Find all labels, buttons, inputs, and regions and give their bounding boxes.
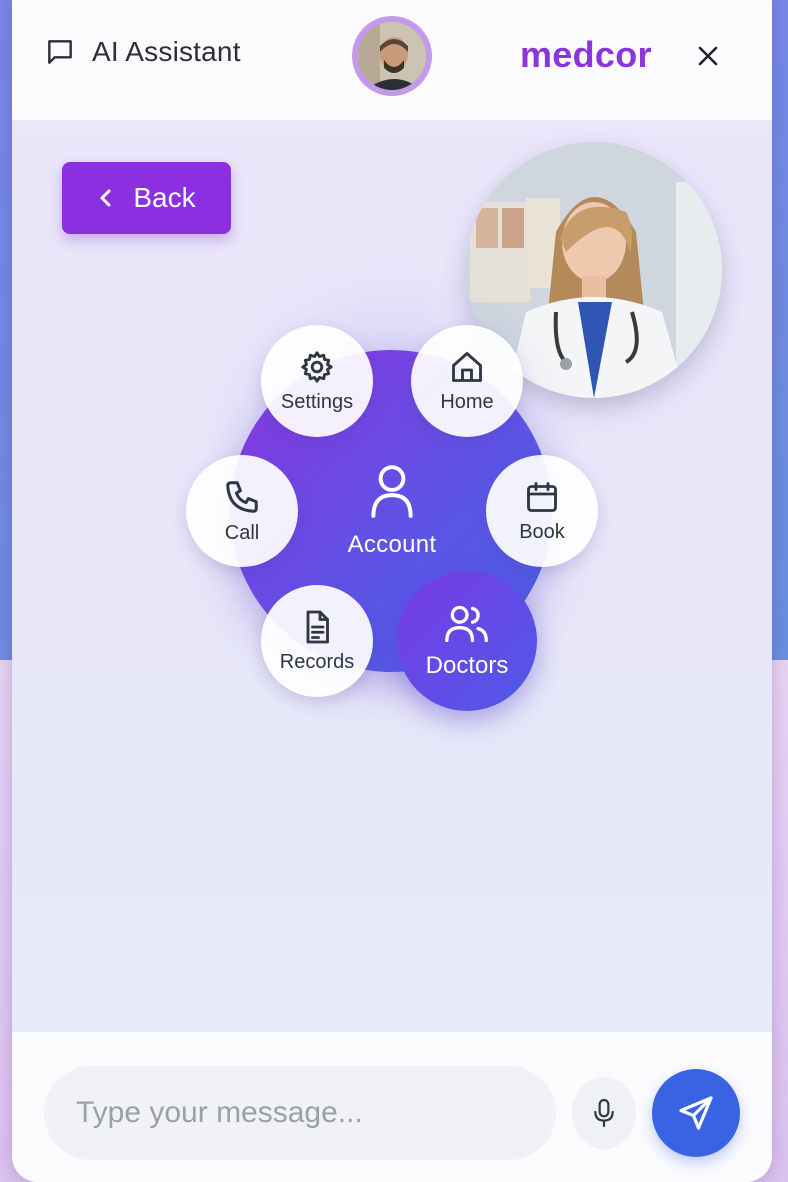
back-button-label: Back [133, 182, 196, 213]
menu-item-account-label: Account [347, 531, 437, 558]
user-avatar[interactable] [352, 16, 432, 96]
menu-item-settings[interactable]: Settings [261, 325, 373, 437]
avatar-image [358, 22, 426, 90]
header-title: AI Assistant [92, 36, 241, 67]
close-icon [698, 46, 718, 66]
users-icon [445, 605, 488, 643]
phone-icon [226, 480, 258, 513]
header-title-group: AI Assistant [44, 36, 241, 68]
menu-item-records[interactable]: Records [261, 585, 373, 697]
user-icon [371, 465, 413, 518]
assistant-widget: AI Assistant medcor Back Account Setting… [12, 0, 772, 1182]
message-composer [12, 1031, 772, 1182]
microphone-icon [594, 1098, 614, 1128]
menu-item-home-label: Home [440, 390, 494, 413]
menu-item-settings-label: Settings [280, 390, 354, 413]
calendar-icon [527, 481, 557, 512]
menu-item-doctors-label: Doctors [425, 652, 509, 679]
widget-header: AI Assistant medcor [12, 0, 772, 120]
send-button[interactable] [652, 1069, 740, 1157]
document-icon [306, 610, 329, 643]
menu-item-account[interactable]: Account [312, 462, 472, 559]
back-button[interactable]: Back [62, 162, 231, 234]
microphone-button[interactable] [572, 1077, 636, 1149]
chevron-left-icon [100, 189, 111, 207]
message-input[interactable] [44, 1066, 556, 1160]
menu-item-book-label: Book [519, 520, 565, 543]
close-button[interactable] [692, 38, 724, 74]
menu-item-records-label: Records [279, 650, 355, 673]
gear-icon [301, 350, 333, 383]
menu-item-call[interactable]: Call [186, 455, 298, 567]
chat-icon [44, 36, 76, 68]
menu-item-call-label: Call [224, 521, 260, 544]
menu-item-home[interactable]: Home [411, 325, 523, 437]
send-icon [679, 1096, 713, 1130]
menu-item-doctors[interactable]: Doctors [397, 571, 537, 711]
home-icon [452, 351, 482, 382]
brand-logo: medcor [520, 34, 652, 75]
menu-item-book[interactable]: Book [486, 455, 598, 567]
